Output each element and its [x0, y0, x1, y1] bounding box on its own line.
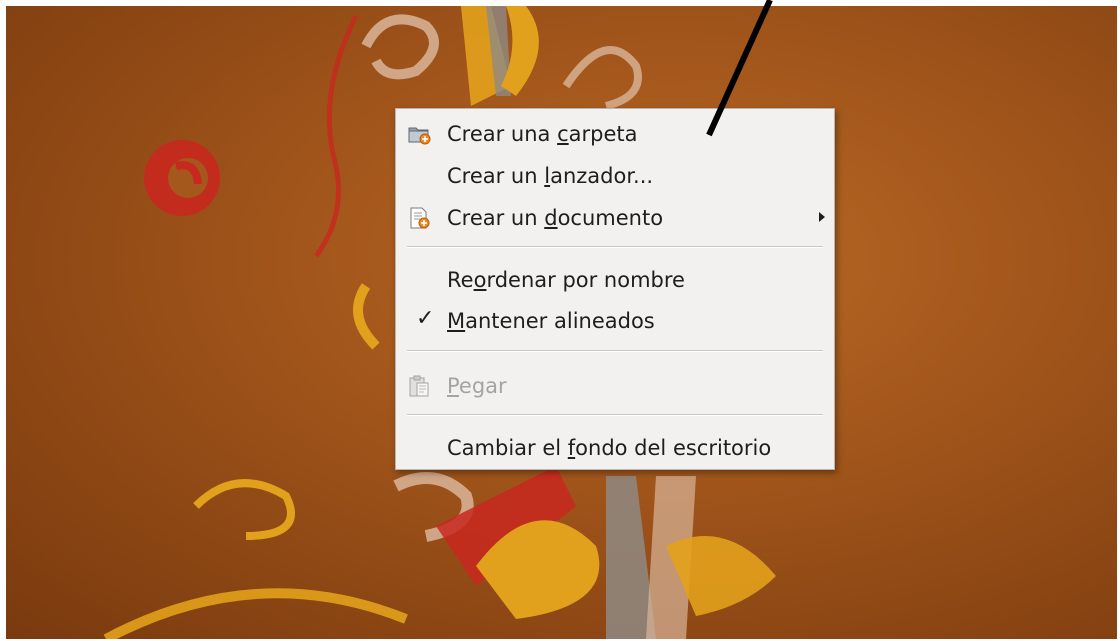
menu-item-create-document[interactable]: Crear un documento: [396, 199, 834, 237]
menu-separator: [407, 414, 823, 416]
menu-separator: [407, 350, 823, 352]
desktop-background[interactable]: Crear una carpeta Crear un lanzador... C…: [6, 6, 1117, 639]
menu-item-create-launcher[interactable]: Crear un lanzador...: [396, 157, 834, 195]
menu-item-label: Crear una carpeta: [447, 122, 638, 146]
menu-item-create-folder[interactable]: Crear una carpeta: [396, 115, 834, 153]
menu-item-label: Pegar: [447, 374, 507, 398]
menu-item-paste: Pegar: [396, 367, 834, 405]
desktop-context-menu: Crear una carpeta Crear un lanzador... C…: [395, 108, 835, 470]
menu-item-sort-by-name[interactable]: Reordenar por nombre: [396, 261, 834, 299]
menu-item-change-background[interactable]: Cambiar el fondo del escritorio: [396, 429, 834, 467]
menu-item-keep-aligned[interactable]: ✓ Mantener alineados: [396, 302, 834, 340]
menu-separator: [407, 246, 823, 248]
folder-new-icon: [408, 127, 431, 145]
menu-item-label: Mantener alineados: [447, 309, 655, 333]
document-new-icon: [410, 207, 430, 229]
menu-item-label: Crear un lanzador...: [447, 164, 654, 188]
paste-icon: [409, 375, 429, 397]
menu-item-label: Reordenar por nombre: [447, 268, 685, 292]
submenu-arrow-icon: [819, 212, 825, 222]
menu-item-label: Cambiar el fondo del escritorio: [447, 436, 772, 460]
checkmark-icon: ✓: [416, 306, 435, 331]
menu-item-label: Crear un documento: [447, 206, 664, 230]
